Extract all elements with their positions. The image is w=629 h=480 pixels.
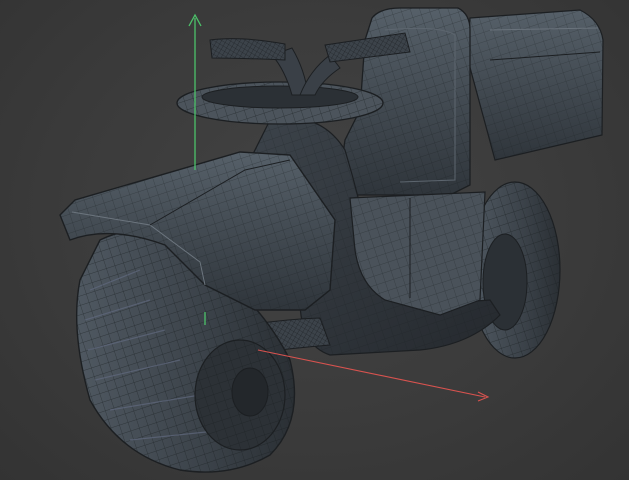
rear-body[interactable] [467,9,604,161]
model-canvas[interactable] [0,0,629,480]
3d-viewport[interactable] [0,0,629,480]
handlebar-plate[interactable] [176,81,384,125]
